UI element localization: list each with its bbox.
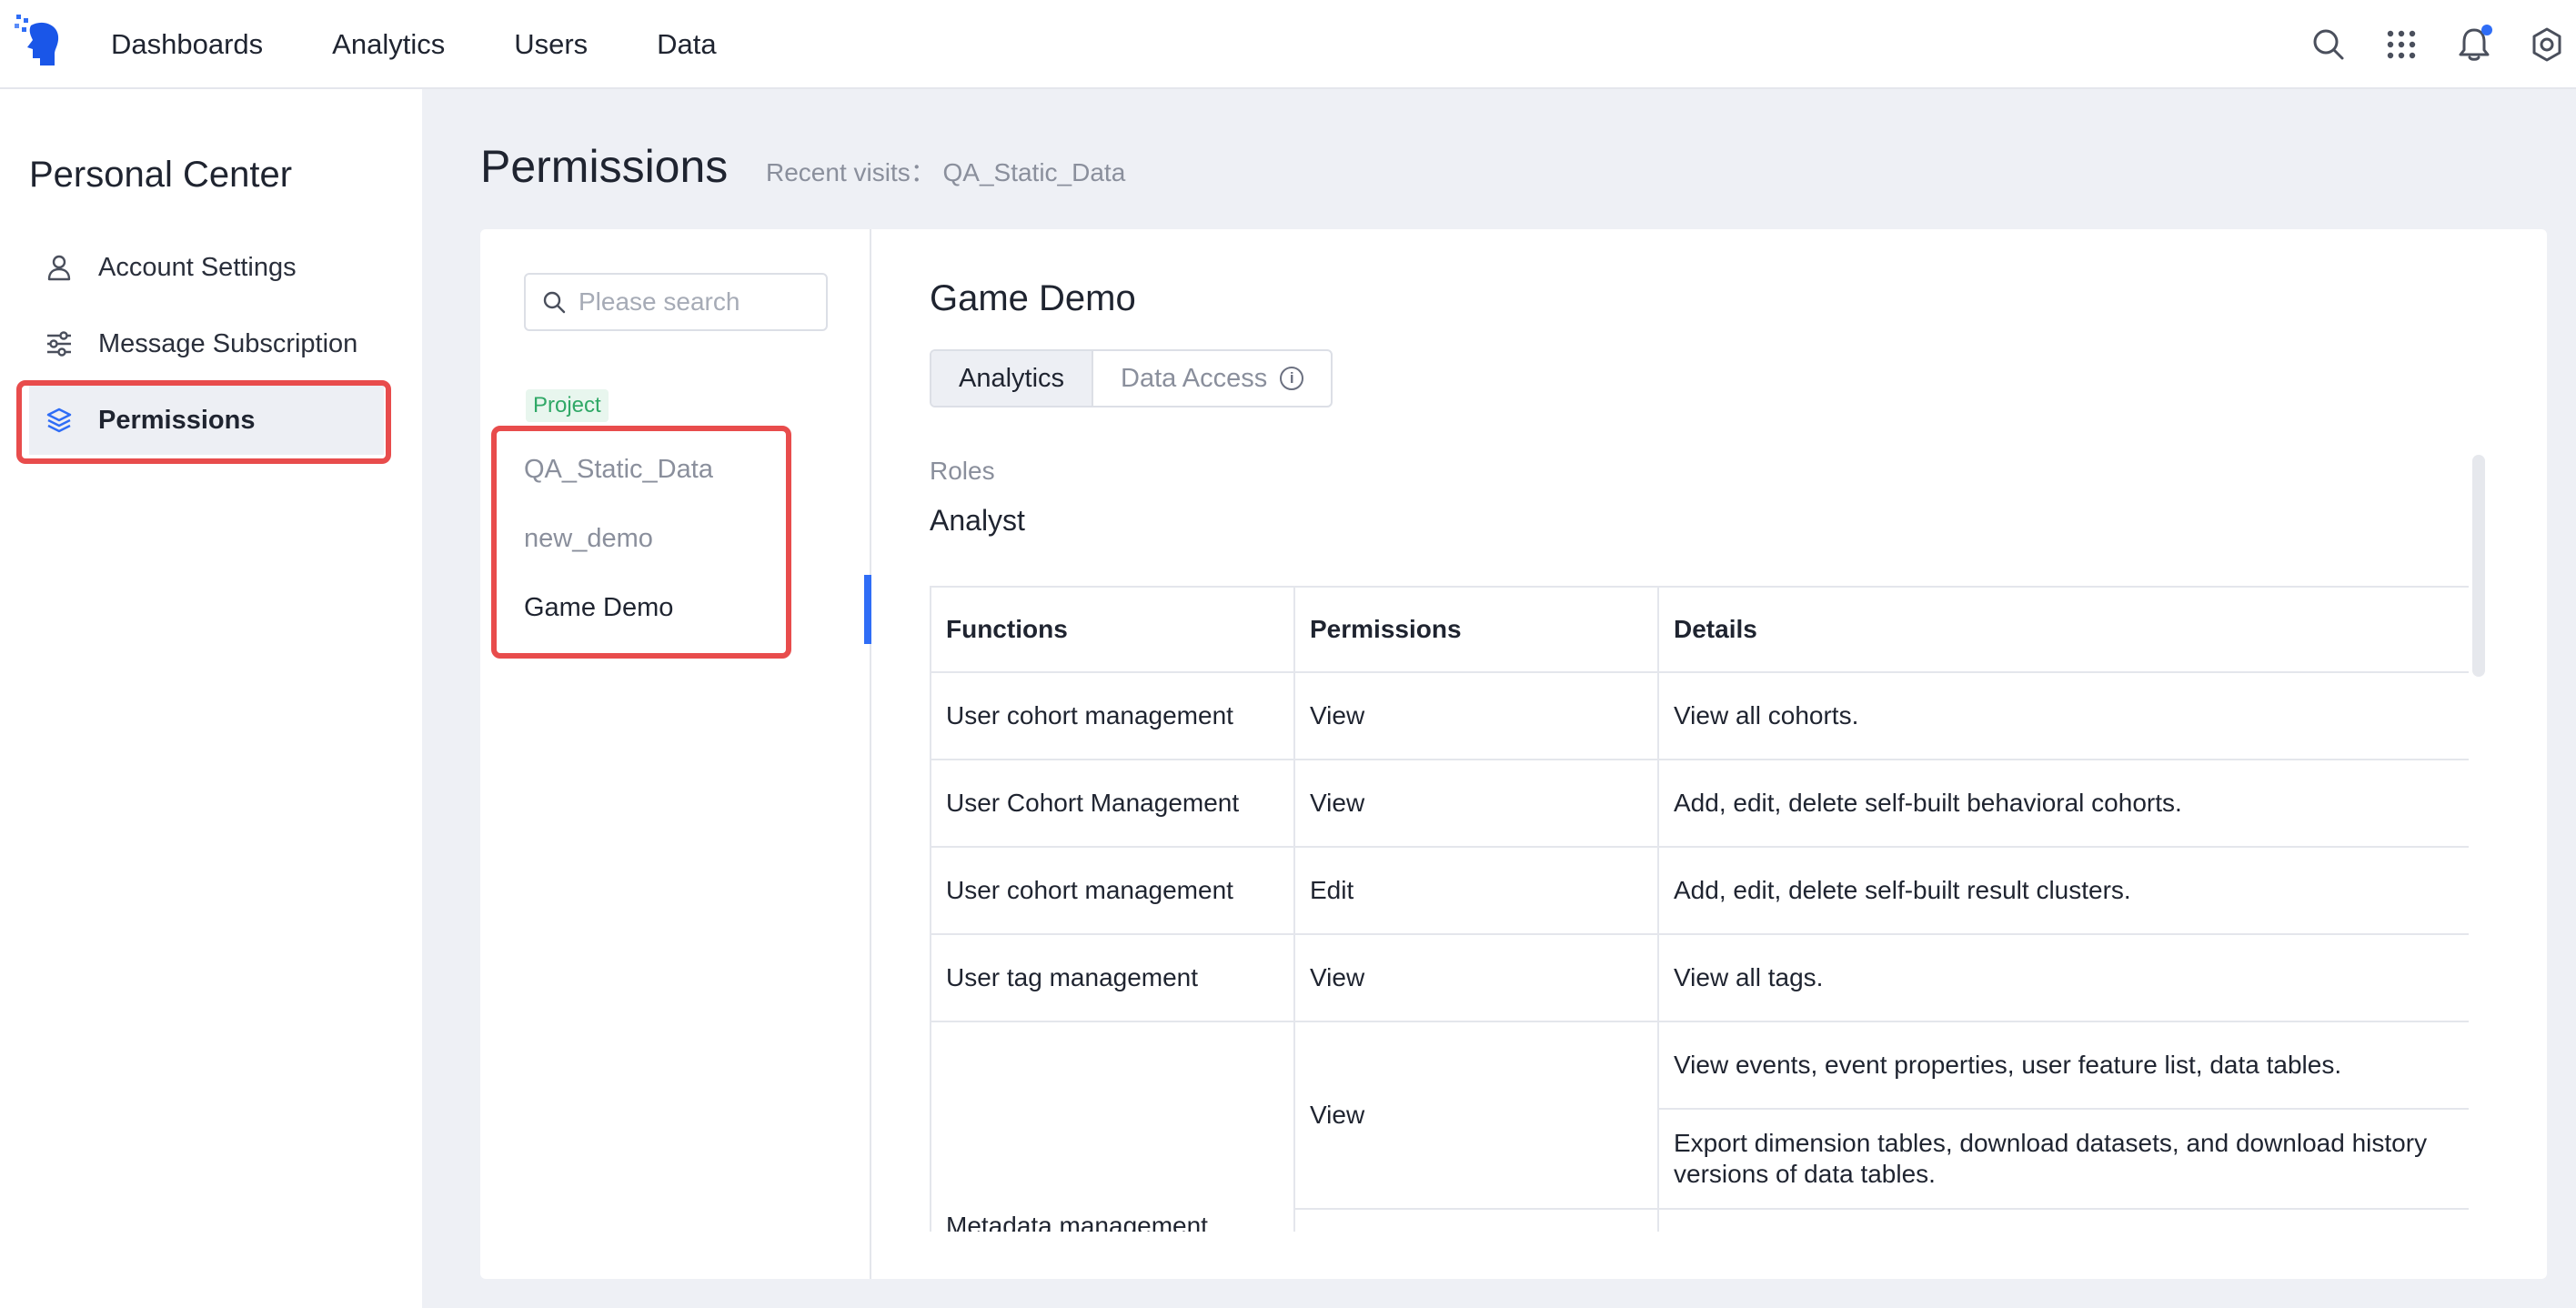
settings-gear-icon[interactable] xyxy=(2527,25,2567,65)
cell-function: User Cohort Management xyxy=(930,759,1295,848)
cell-function: User cohort management xyxy=(930,671,1295,760)
table-row: User cohort management Edit Add, edit, d… xyxy=(930,846,2469,935)
sidebar: Personal Center Account Settings Message… xyxy=(0,89,422,1308)
cell-permission: View xyxy=(1293,759,1659,848)
cell-permission: View xyxy=(1293,671,1659,760)
tab-label: Analytics xyxy=(959,363,1065,393)
app-logo-icon[interactable] xyxy=(13,13,64,67)
search-icon xyxy=(543,291,566,314)
table-row: User cohort management View View all coh… xyxy=(930,671,2469,760)
roles-label: Roles xyxy=(930,457,995,485)
table-row: User tag management View View all tags. xyxy=(930,933,2469,1022)
nav-item-users[interactable]: Users xyxy=(514,28,588,61)
table-row: Metadata management View View events, ev… xyxy=(930,1021,2469,1232)
cell-permission: Edit xyxy=(1293,846,1659,935)
notification-dot xyxy=(2481,25,2492,35)
project-title: Game Demo xyxy=(930,278,1136,318)
cell-function: User tag management xyxy=(930,933,1295,1022)
nav-item-analytics[interactable]: Analytics xyxy=(332,28,445,61)
sidebar-item-account-settings[interactable]: Account Settings xyxy=(29,233,384,302)
project-tag: Project xyxy=(526,389,609,422)
cell-details: View events, event properties, user feat… xyxy=(1657,1021,2469,1110)
top-navigation-bar: Dashboards Analytics Users Data xyxy=(0,0,2576,89)
permissions-card: Project QA_Static_Data new_demo Game Dem… xyxy=(480,229,2547,1279)
apps-grid-icon[interactable] xyxy=(2381,25,2421,65)
search-icon[interactable] xyxy=(2309,25,2349,65)
nav-item-data[interactable]: Data xyxy=(657,28,716,61)
scrollbar[interactable] xyxy=(2472,455,2485,677)
sliders-icon xyxy=(44,328,75,359)
permissions-highlight-box xyxy=(16,380,391,464)
selected-project-indicator xyxy=(864,575,871,644)
project-list-highlight-box xyxy=(491,426,791,659)
user-icon xyxy=(44,252,75,283)
tab-data-access[interactable]: Data Access i xyxy=(1093,351,1331,406)
top-icon-group xyxy=(2276,0,2567,89)
tab-analytics[interactable]: Analytics xyxy=(931,351,1094,406)
cell-details: View all cohorts. xyxy=(1657,671,2469,760)
info-icon[interactable]: i xyxy=(1280,367,1304,390)
cell-details: Add, edit, delete self-built result clus… xyxy=(1657,846,2469,935)
page-title: Permissions xyxy=(480,141,729,192)
project-detail-pane: Game Demo Analytics Data Access i Roles A… xyxy=(871,229,2547,1279)
project-list-pane: Project QA_Static_Data new_demo Game Dem… xyxy=(480,229,871,1279)
cell-permission xyxy=(1293,1208,1659,1232)
cell-details: View all tags. xyxy=(1657,933,2469,1022)
sidebar-item-label: Account Settings xyxy=(98,252,297,282)
permissions-table: Functions Permissions Details User cohor… xyxy=(930,586,2469,1232)
permissions-table-container[interactable]: Functions Permissions Details User cohor… xyxy=(930,586,2469,1232)
cell-function: User cohort management xyxy=(930,846,1295,935)
cell-permission: View xyxy=(1293,1021,1659,1210)
main-nav: Dashboards Analytics Users Data xyxy=(111,0,786,89)
sidebar-item-label: Message Subscription xyxy=(98,328,358,358)
project-search-input[interactable] xyxy=(579,287,824,317)
cell-details: Export dimension tables, download datase… xyxy=(1657,1108,2469,1210)
sidebar-title: Personal Center xyxy=(29,155,293,195)
column-header-functions: Functions xyxy=(930,586,1295,673)
nav-item-dashboards[interactable]: Dashboards xyxy=(111,28,263,61)
column-header-details: Details xyxy=(1657,586,2469,673)
sidebar-item-message-subscription[interactable]: Message Subscription xyxy=(29,309,384,378)
bell-icon[interactable] xyxy=(2454,25,2494,65)
table-header-row: Functions Permissions Details xyxy=(930,586,2469,673)
project-search-box[interactable] xyxy=(524,273,828,331)
column-header-permissions: Permissions xyxy=(1293,586,1659,673)
cell-details: Edit the display names of the events, ev… xyxy=(1657,1208,2469,1232)
recent-visits[interactable]: Recent visits： QA_Static_Data xyxy=(766,153,1125,189)
cell-function: Metadata management xyxy=(930,1021,1295,1232)
cell-details: Add, edit, delete self-built behavioral … xyxy=(1657,759,2469,848)
role-value: Analyst xyxy=(930,504,1025,537)
detail-tabs: Analytics Data Access i xyxy=(930,349,1333,407)
tab-label: Data Access xyxy=(1121,363,1268,393)
table-row: User Cohort Management View Add, edit, d… xyxy=(930,759,2469,848)
cell-permission: View xyxy=(1293,933,1659,1022)
